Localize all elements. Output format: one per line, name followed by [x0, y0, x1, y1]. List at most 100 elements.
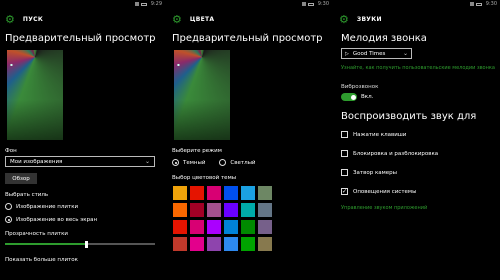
mode-option-label: Темный: [183, 159, 206, 166]
more-tiles-label: Показать больше плиток: [5, 257, 78, 263]
color-swatch[interactable]: [207, 186, 221, 200]
page-header: ⚙ ЦВЕТА: [167, 8, 332, 30]
radio-fullscreen-image[interactable]: [5, 216, 12, 223]
color-swatch[interactable]: [207, 237, 221, 251]
page-title: ЗВУКИ: [356, 15, 382, 23]
checkbox-lock[interactable]: [341, 150, 348, 157]
start-settings-panel: 9:29 ⚙ ПУСК Предварительный просмотр ▪ Ф…: [0, 0, 165, 280]
ringtone-heading: Мелодия звонка: [341, 33, 427, 44]
color-swatch[interactable]: [224, 237, 238, 251]
style-label: Выбрать стиль: [5, 192, 49, 198]
color-swatch[interactable]: [241, 203, 255, 217]
preview-tile-marker: ▪: [177, 62, 180, 67]
sound-option-camera[interactable]: Затвор камеры: [334, 169, 500, 176]
mode-label: Выберите режим: [172, 148, 222, 154]
theme-color-label: Выбор цветовой темы: [172, 175, 237, 181]
vibrate-toggle-row[interactable]: Вкл.: [334, 93, 500, 101]
color-swatch[interactable]: [258, 186, 272, 200]
background-dropdown-value: Мои изображения: [10, 158, 63, 165]
background-dropdown[interactable]: Мои изображения ⌄: [5, 156, 155, 167]
checkbox-system[interactable]: ✓: [341, 188, 348, 195]
preview-tile-marker: ▪: [10, 62, 13, 67]
color-swatch[interactable]: [258, 220, 272, 234]
battery-icon: [475, 2, 482, 6]
battery-icon: [307, 2, 314, 6]
mode-option-light[interactable]: Светлый: [219, 159, 256, 166]
color-swatch[interactable]: [224, 186, 238, 200]
gear-icon: ⚙: [5, 12, 15, 26]
status-time: 9:30: [485, 1, 497, 7]
color-swatch[interactable]: [190, 186, 204, 200]
chevron-down-icon: ⌄: [402, 50, 408, 57]
status-bar: 9:29: [0, 0, 165, 8]
radio-dark[interactable]: [172, 159, 179, 166]
status-time: 9:30: [317, 1, 329, 7]
color-swatch[interactable]: [207, 220, 221, 234]
ringtone-picker[interactable]: ▷ Good Times ⌄: [341, 48, 412, 59]
custom-ringtones-link[interactable]: Узнайте, как получить пользовательские м…: [334, 65, 500, 71]
mode-option-dark[interactable]: Темный: [167, 159, 205, 166]
preview-heading: Предварительный просмотр: [172, 33, 323, 44]
page-title: ПУСК: [22, 15, 44, 23]
transparency-label: Прозрачность плитки: [5, 231, 68, 237]
color-swatch[interactable]: [207, 203, 221, 217]
manage-app-sounds-link[interactable]: Управление звуком приложений: [334, 205, 500, 211]
color-swatch[interactable]: [224, 220, 238, 234]
color-swatch[interactable]: [258, 237, 272, 251]
gear-icon: ⚙: [172, 12, 182, 26]
signal-icon: [469, 2, 474, 6]
page-title: ЦВЕТА: [189, 15, 215, 23]
signal-icon: [301, 2, 306, 6]
color-swatch[interactable]: [190, 203, 204, 217]
color-swatch[interactable]: [241, 237, 255, 251]
vibrate-label: Виброзвонок: [341, 84, 379, 90]
sound-option-system[interactable]: ✓ Оповещения системы: [334, 188, 500, 195]
sound-option-label: Оповещения системы: [353, 188, 417, 195]
play-sound-heading: Воспроизводить звук для: [341, 111, 477, 122]
vibrate-toggle[interactable]: [341, 93, 357, 101]
status-bar: 9:30: [334, 0, 500, 8]
sound-option-keypress[interactable]: Нажатие клавиши: [334, 131, 500, 138]
color-swatch[interactable]: [173, 203, 187, 217]
start-preview-image: ▪: [7, 50, 63, 140]
color-swatch[interactable]: [190, 237, 204, 251]
color-swatch[interactable]: [173, 237, 187, 251]
sound-option-lock[interactable]: Блокировка и разблокировка: [334, 150, 500, 157]
radio-light[interactable]: [219, 159, 227, 166]
color-swatch[interactable]: [258, 203, 272, 217]
preview-heading: Предварительный просмотр: [5, 33, 156, 44]
checkbox-camera[interactable]: [341, 169, 348, 176]
sound-option-label: Блокировка и разблокировка: [353, 150, 439, 157]
color-swatch[interactable]: [241, 220, 255, 234]
slider-fill: [5, 243, 85, 245]
status-bar: 9:30: [167, 0, 332, 8]
slider-thumb[interactable]: [84, 241, 88, 248]
style-option-label: Изображение во весь экран: [16, 216, 98, 223]
sound-option-label: Затвор камеры: [353, 169, 398, 176]
color-swatch-grid: [173, 186, 332, 251]
background-label: Фон: [5, 148, 17, 154]
color-swatch[interactable]: [173, 220, 187, 234]
colors-settings-panel: 9:30 ⚙ ЦВЕТА Предварительный просмотр ▪ …: [167, 0, 332, 280]
chevron-down-icon: ⌄: [144, 158, 150, 165]
transparency-slider[interactable]: [5, 241, 155, 248]
browse-button[interactable]: Обзор: [5, 173, 37, 184]
style-option-fullscreen[interactable]: Изображение во весь экран: [0, 216, 165, 223]
page-header: ⚙ ПУСК: [0, 8, 165, 30]
style-option-tile[interactable]: Изображение плитки: [0, 203, 165, 210]
battery-icon: [140, 2, 147, 6]
color-swatch[interactable]: [173, 186, 187, 200]
sounds-settings-panel: 9:30 ⚙ ЗВУКИ Мелодия звонка ▷ Good Times…: [334, 0, 500, 280]
checkbox-keypress[interactable]: [341, 131, 348, 138]
radio-tile-image[interactable]: [5, 203, 12, 210]
mode-option-label: Светлый: [230, 159, 256, 166]
color-swatch[interactable]: [241, 186, 255, 200]
play-icon[interactable]: ▷: [345, 51, 349, 57]
color-swatch[interactable]: [224, 203, 238, 217]
mode-options: Темный Светлый: [167, 159, 332, 166]
signal-icon: [134, 2, 139, 6]
color-swatch[interactable]: [190, 220, 204, 234]
page-header: ⚙ ЗВУКИ: [334, 8, 500, 30]
colors-preview-image: ▪: [174, 50, 230, 140]
status-time: 9:29: [150, 1, 162, 7]
